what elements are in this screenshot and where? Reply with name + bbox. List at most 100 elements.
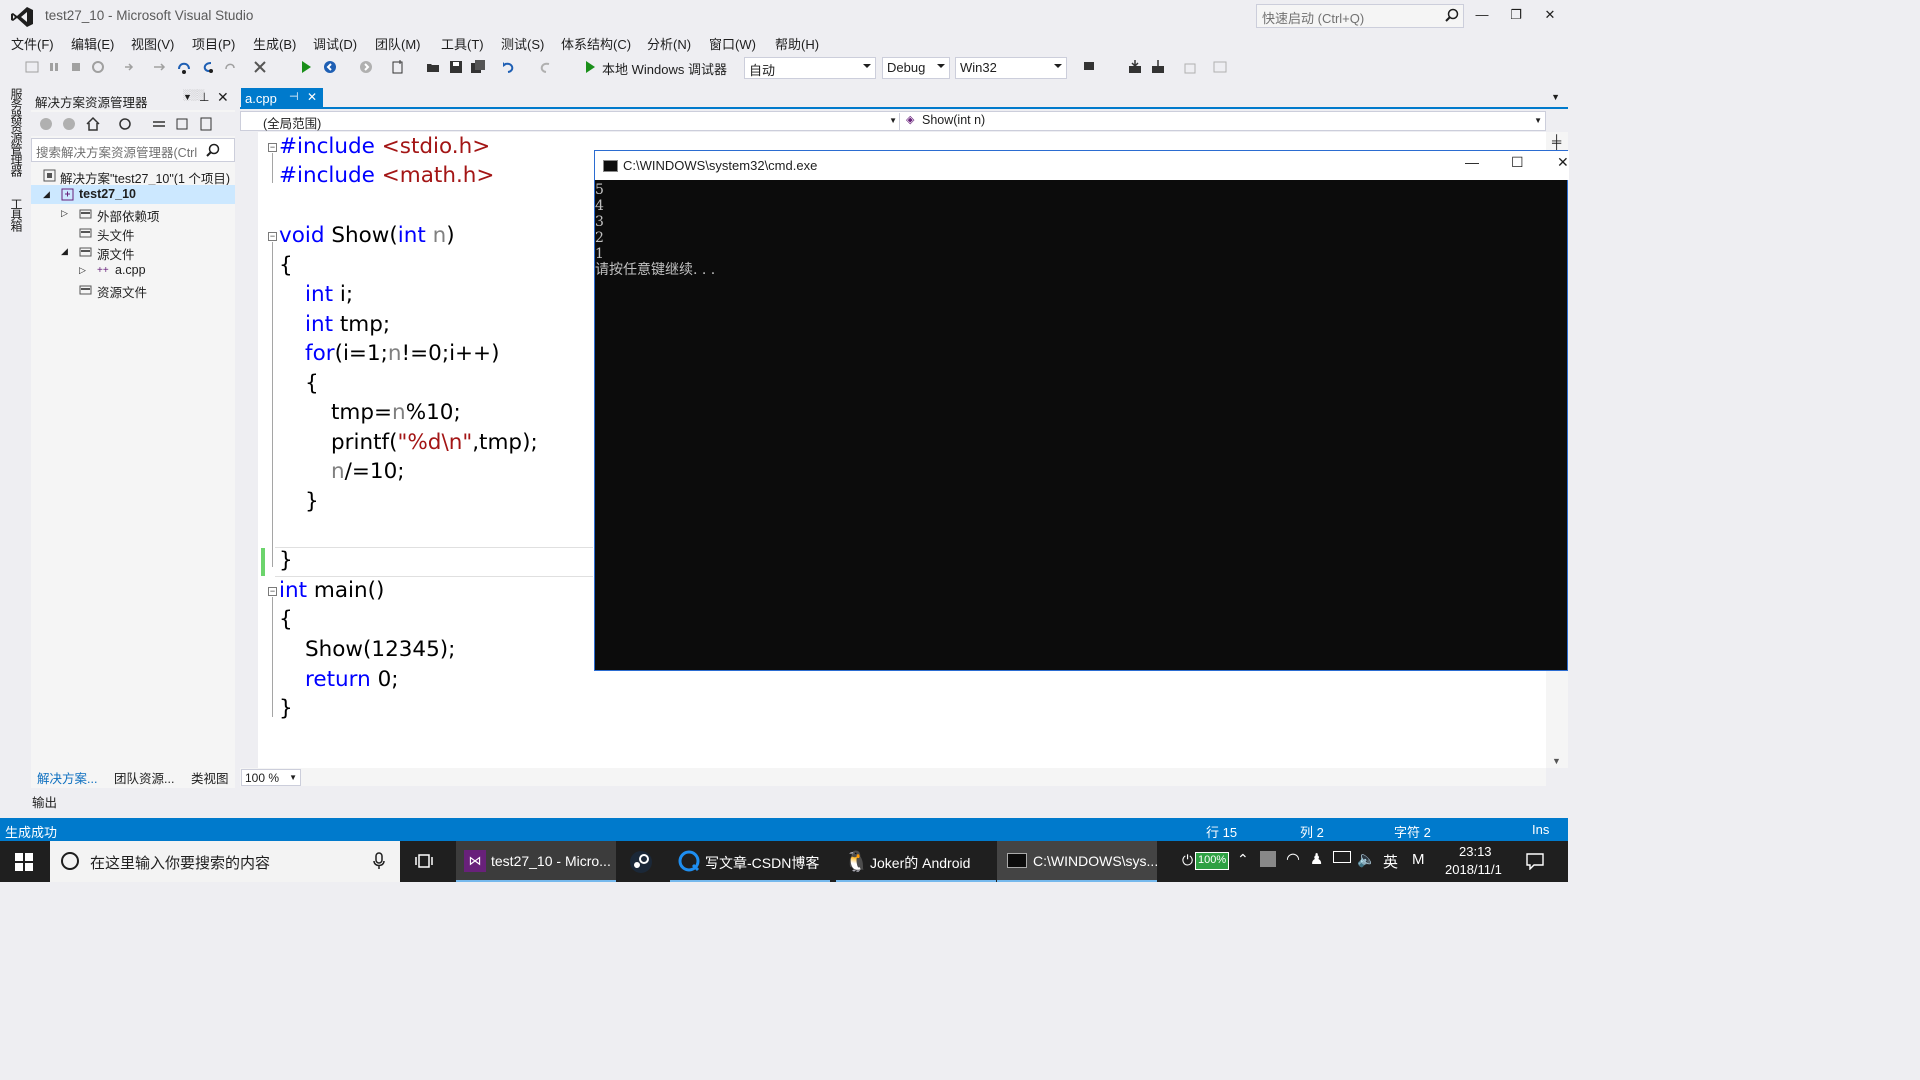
show-all-files-icon[interactable]: [198, 116, 214, 132]
notification-center-icon[interactable]: [1526, 853, 1544, 870]
expand-icon[interactable]: ▷: [61, 208, 70, 219]
start-icon[interactable]: [298, 59, 314, 75]
step-over-icon[interactable]: [176, 59, 192, 75]
solution-config-dropdown[interactable]: 自动: [744, 57, 876, 79]
menu-tools[interactable]: 工具(T): [441, 34, 484, 53]
navigate-back-icon[interactable]: [322, 59, 338, 75]
bookmark-icon[interactable]: [1127, 59, 1143, 75]
console-window[interactable]: C:\WINDOWS\system32\cmd.exe — ☐ ✕ 5 4 3 …: [594, 150, 1569, 671]
taskbar-app-qq[interactable]: 🐧 Joker的 Android: [836, 841, 996, 882]
collapse-icon[interactable]: ◢: [43, 189, 52, 200]
toolbox-tab[interactable]: 工具箱: [8, 198, 25, 231]
zoom-dropdown[interactable]: 100 % ▼: [241, 769, 301, 786]
tree-item-solution[interactable]: 解决方案"test27_10"(1 个项目): [31, 166, 235, 186]
debug-windows-icon[interactable]: [24, 59, 40, 75]
run-debugger-label[interactable]: 本地 Windows 调试器: [602, 59, 727, 78]
output-tab[interactable]: 输出: [32, 792, 57, 811]
tray-app-icon[interactable]: [1260, 851, 1276, 867]
ime-language[interactable]: 英: [1383, 851, 1398, 892]
tab-team-explorer[interactable]: 团队资源...: [114, 768, 174, 787]
menu-edit[interactable]: 编辑(E): [71, 34, 114, 53]
plug-icon[interactable]: ⏻: [1182, 852, 1193, 893]
save-all-icon[interactable]: [470, 59, 486, 75]
scope-dropdown[interactable]: (全局范围) ▼: [258, 113, 900, 131]
function-dropdown[interactable]: ◈ Show(int n) ▼: [904, 113, 1544, 130]
console-close-button[interactable]: ✕: [1557, 154, 1569, 171]
tools-icon[interactable]: [252, 59, 268, 75]
pending-changes-icon[interactable]: [117, 116, 133, 132]
volume-icon[interactable]: 🔈: [1357, 850, 1376, 891]
run-debugger-icon[interactable]: [582, 59, 598, 75]
windows-start-icon[interactable]: [15, 853, 33, 871]
configuration-dropdown[interactable]: Debug: [882, 57, 950, 79]
show-next-statement-icon[interactable]: [122, 59, 138, 75]
comment-icon[interactable]: [1182, 59, 1198, 75]
find-icon[interactable]: [1082, 59, 1098, 75]
stop-icon[interactable]: [68, 59, 84, 75]
task-view-icon[interactable]: [415, 853, 433, 869]
panel-menu-chevron-icon[interactable]: ▼: [183, 92, 192, 102]
menu-window[interactable]: 窗口(W): [709, 34, 756, 53]
open-file-icon[interactable]: [425, 59, 441, 75]
tree-item-external-deps[interactable]: ▷ 外部依赖项: [31, 204, 235, 224]
new-project-icon[interactable]: [390, 59, 406, 75]
menu-test[interactable]: 测试(S): [501, 34, 544, 53]
redo-gray-icon[interactable]: [222, 59, 238, 75]
expand-icon[interactable]: ▷: [79, 265, 88, 276]
uncomment-icon[interactable]: [1212, 59, 1228, 75]
menu-view[interactable]: 视图(V): [131, 34, 174, 53]
clock-date[interactable]: 2018/11/1: [1445, 862, 1502, 903]
editor-tab-a-cpp[interactable]: a.cpp ⊣ ✕: [241, 88, 323, 109]
tray-qq-icon[interactable]: ♟: [1310, 850, 1323, 891]
tree-item-resource-files[interactable]: 资源文件: [31, 280, 235, 300]
navigate-forward-icon[interactable]: [358, 59, 374, 75]
tree-item-project[interactable]: ◢ test27_10: [31, 185, 235, 204]
menu-debug[interactable]: 调试(D): [313, 34, 357, 53]
console-maximize-button[interactable]: ☐: [1511, 154, 1524, 171]
ime-mode[interactable]: M: [1412, 851, 1425, 892]
menu-team[interactable]: 团队(M): [375, 34, 421, 53]
battery-icon[interactable]: [1333, 851, 1351, 863]
home-icon[interactable]: [85, 116, 101, 132]
pause-icon[interactable]: [46, 59, 62, 75]
wifi-icon[interactable]: ◠: [1286, 849, 1300, 890]
platform-dropdown[interactable]: Win32: [955, 57, 1067, 79]
tree-item-source-files[interactable]: ◢ 源文件: [31, 242, 235, 262]
restart-icon[interactable]: [90, 59, 106, 75]
pin-icon[interactable]: ⊣: [289, 90, 299, 103]
taskbar-app-steam[interactable]: [622, 841, 662, 882]
taskbar-app-csdn[interactable]: 写文章-CSDN博客: [670, 841, 830, 882]
scroll-down-icon[interactable]: ▼: [1552, 756, 1561, 766]
console-minimize-button[interactable]: —: [1465, 154, 1479, 170]
save-icon[interactable]: [448, 59, 464, 75]
step-into-icon[interactable]: [152, 59, 168, 75]
fold-toggle-icon[interactable]: −: [268, 143, 277, 152]
forward-icon[interactable]: [62, 117, 76, 131]
quick-launch-input[interactable]: 快速启动 (Ctrl+Q): [1256, 4, 1464, 28]
minimize-button[interactable]: —: [1466, 4, 1498, 28]
tab-list-chevron-icon[interactable]: ▼: [1551, 92, 1560, 102]
tree-item-a-cpp[interactable]: ▷ ++ a.cpp: [31, 261, 235, 280]
restore-button[interactable]: ❐: [1500, 4, 1532, 28]
horizontal-scrollbar[interactable]: [240, 768, 1546, 786]
fold-toggle-icon[interactable]: −: [268, 232, 277, 241]
sync-icon[interactable]: [151, 116, 167, 132]
solution-search-input[interactable]: 搜索解决方案资源管理器(Ctrl: [31, 138, 235, 162]
menu-help[interactable]: 帮助(H): [775, 34, 819, 53]
menu-file[interactable]: 文件(F): [11, 34, 54, 53]
console-titlebar[interactable]: C:\WINDOWS\system32\cmd.exe — ☐ ✕: [595, 151, 1569, 180]
back-icon[interactable]: [39, 117, 53, 131]
battery-indicator[interactable]: 100%: [1195, 852, 1230, 870]
collapse-all-icon[interactable]: [174, 116, 190, 132]
tab-solution-explorer[interactable]: 解决方案...: [37, 768, 97, 787]
taskbar-app-cmd[interactable]: C:\WINDOWS\sys...: [997, 841, 1158, 882]
taskbar-search-box[interactable]: 在这里输入你要搜索的内容: [50, 841, 400, 882]
split-icon[interactable]: ╪: [1552, 134, 1561, 149]
taskbar-app-visual-studio[interactable]: ⋈ test27_10 - Micro...: [456, 841, 616, 882]
menu-project[interactable]: 项目(P): [192, 34, 235, 53]
collapse-icon[interactable]: ◢: [61, 246, 70, 257]
undo-icon[interactable]: [501, 59, 517, 75]
tab-class-view[interactable]: 类视图: [191, 768, 229, 787]
menu-architecture[interactable]: 体系结构(C): [561, 34, 631, 53]
bookmark-next-icon[interactable]: [1150, 59, 1166, 75]
